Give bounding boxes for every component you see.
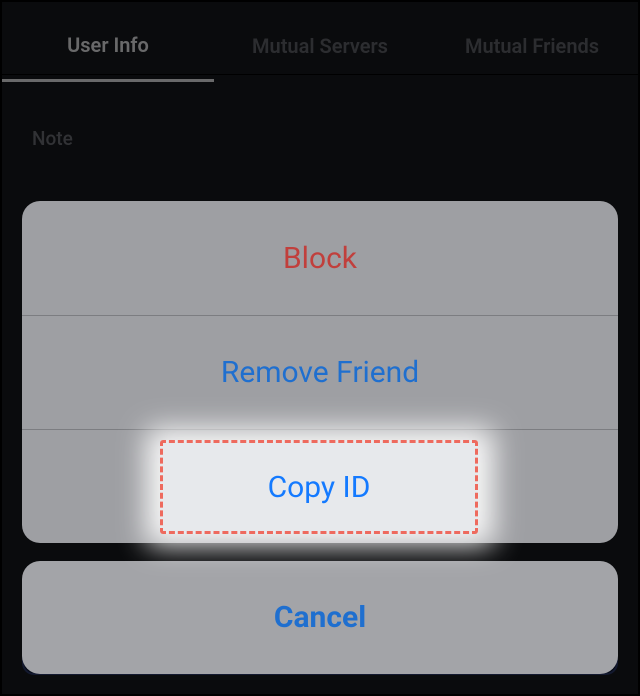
action-sheet: Block Remove Friend Copy ID: [22, 201, 618, 543]
copy-id-option[interactable]: Copy ID: [22, 429, 618, 543]
remove-friend-option[interactable]: Remove Friend: [22, 315, 618, 429]
cancel-button[interactable]: Cancel: [22, 561, 618, 674]
block-option[interactable]: Block: [22, 201, 618, 315]
cancel-label: Cancel: [274, 600, 366, 635]
